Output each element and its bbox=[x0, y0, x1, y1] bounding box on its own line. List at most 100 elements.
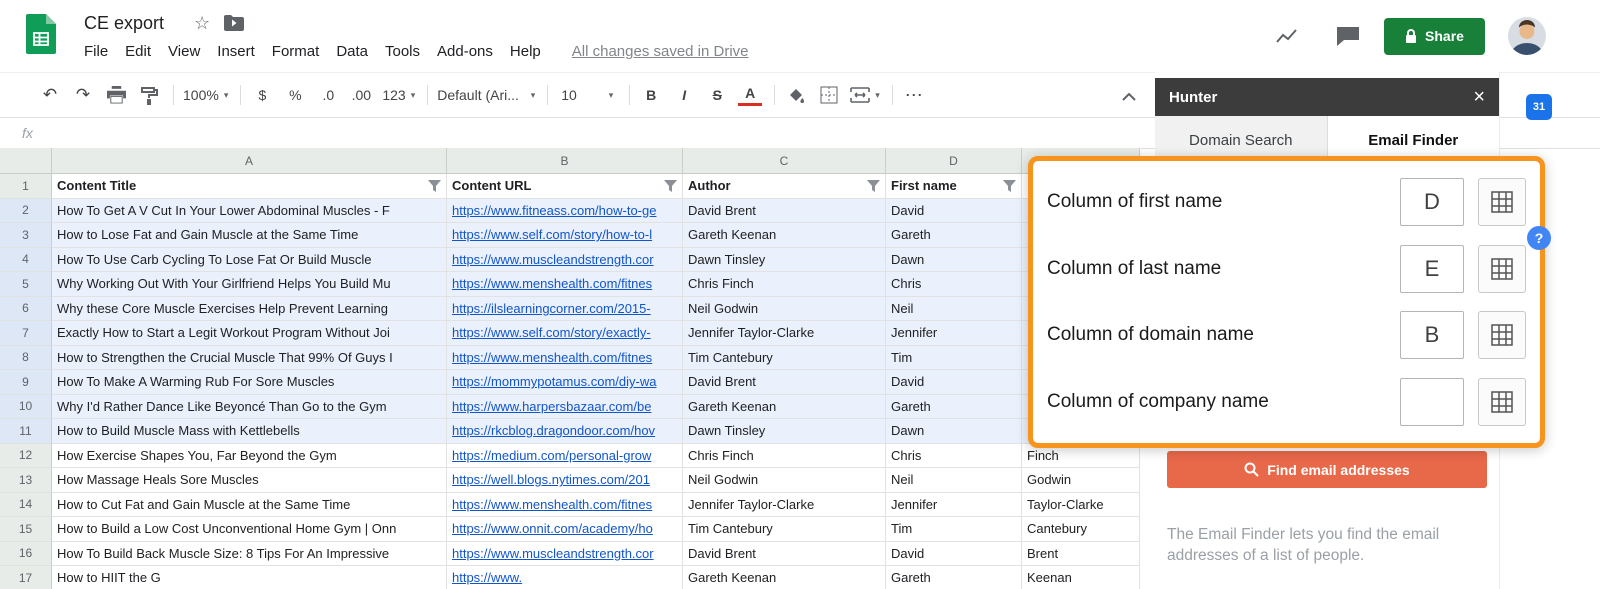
share-button[interactable]: Share bbox=[1384, 17, 1485, 55]
cell-D2[interactable]: David bbox=[886, 198, 1022, 223]
header-cell-C1[interactable]: Author bbox=[683, 174, 886, 199]
cell-A13[interactable]: How Massage Heals Sore Muscles bbox=[52, 468, 447, 493]
menu-file[interactable]: File bbox=[84, 43, 108, 60]
menu-addons[interactable]: Add-ons bbox=[437, 43, 493, 60]
decrease-decimals-button[interactable]: .0 bbox=[316, 82, 340, 108]
cell-B7[interactable]: https://www.self.com/story/exactly- bbox=[447, 321, 683, 346]
cell-D5[interactable]: Chris bbox=[886, 272, 1022, 297]
redo-button[interactable]: ↷ bbox=[71, 82, 95, 108]
header-cell-D1[interactable]: First name bbox=[886, 174, 1022, 199]
bold-button[interactable]: B bbox=[639, 82, 663, 108]
column-input-2[interactable] bbox=[1400, 311, 1464, 360]
cell-D16[interactable]: David bbox=[886, 541, 1022, 566]
row-number[interactable]: 11 bbox=[0, 419, 52, 444]
row-number[interactable]: 16 bbox=[0, 541, 52, 566]
column-input-0[interactable] bbox=[1400, 178, 1464, 226]
activity-chart-button[interactable] bbox=[1274, 28, 1302, 44]
move-folder-icon[interactable] bbox=[224, 15, 245, 31]
row-number[interactable]: 13 bbox=[0, 468, 52, 493]
cell-C9[interactable]: David Brent bbox=[683, 370, 886, 395]
row-number[interactable]: 5 bbox=[0, 272, 52, 297]
cell-C4[interactable]: Dawn Tinsley bbox=[683, 247, 886, 272]
cell-B12[interactable]: https://medium.com/personal-grow bbox=[447, 443, 683, 468]
column-header-B[interactable]: B bbox=[447, 148, 683, 174]
cell-D12[interactable]: Chris bbox=[886, 443, 1022, 468]
star-icon[interactable]: ☆ bbox=[194, 14, 210, 32]
cell-E17[interactable]: Keenan bbox=[1022, 566, 1140, 589]
cell-B13[interactable]: https://well.blogs.nytimes.com/201 bbox=[447, 468, 683, 493]
italic-button[interactable]: I bbox=[672, 82, 696, 108]
cell-D13[interactable]: Neil bbox=[886, 468, 1022, 493]
header-cell-B1[interactable]: Content URL bbox=[447, 174, 683, 199]
hide-menus-button[interactable] bbox=[1122, 88, 1136, 106]
select-range-button[interactable] bbox=[1478, 178, 1526, 226]
filter-icon[interactable] bbox=[664, 179, 677, 192]
cell-C3[interactable]: Gareth Keenan bbox=[683, 223, 886, 248]
undo-button[interactable]: ↶ bbox=[38, 82, 62, 108]
find-email-addresses-button[interactable]: Find email addresses bbox=[1167, 451, 1487, 488]
cell-B11[interactable]: https://rkcblog.dragondoor.com/hov bbox=[447, 419, 683, 444]
cell-A11[interactable]: How to Build Muscle Mass with Kettlebell… bbox=[52, 419, 447, 444]
cell-A10[interactable]: Why I'd Rather Dance Like Beyoncé Than G… bbox=[52, 394, 447, 419]
doc-title[interactable]: CE export bbox=[84, 13, 164, 34]
row-number[interactable]: 12 bbox=[0, 443, 52, 468]
cell-D6[interactable]: Neil bbox=[886, 296, 1022, 321]
avatar[interactable] bbox=[1508, 17, 1546, 55]
cell-A4[interactable]: How To Use Carb Cycling To Lose Fat Or B… bbox=[52, 247, 447, 272]
row-number[interactable]: 2 bbox=[0, 198, 52, 223]
strikethrough-button[interactable]: S bbox=[705, 82, 729, 108]
cell-A14[interactable]: How to Cut Fat and Gain Muscle at the Sa… bbox=[52, 492, 447, 517]
row-number[interactable]: 6 bbox=[0, 296, 52, 321]
column-header-C[interactable]: C bbox=[683, 148, 886, 174]
cell-C15[interactable]: Tim Cantebury bbox=[683, 517, 886, 542]
row-number[interactable]: 8 bbox=[0, 345, 52, 370]
cell-C13[interactable]: Neil Godwin bbox=[683, 468, 886, 493]
cell-C6[interactable]: Neil Godwin bbox=[683, 296, 886, 321]
row-number[interactable]: 7 bbox=[0, 321, 52, 346]
cell-B3[interactable]: https://www.self.com/story/how-to-l bbox=[447, 223, 683, 248]
row-number[interactable]: 10 bbox=[0, 394, 52, 419]
cell-B14[interactable]: https://www.menshealth.com/fitnes bbox=[447, 492, 683, 517]
cell-D9[interactable]: David bbox=[886, 370, 1022, 395]
cell-B5[interactable]: https://www.menshealth.com/fitnes bbox=[447, 272, 683, 297]
cell-E13[interactable]: Godwin bbox=[1022, 468, 1140, 493]
font-size-select[interactable]: 10 ▾ bbox=[557, 82, 617, 108]
more-formats-button[interactable]: 123 ▾ bbox=[382, 82, 415, 108]
row-number[interactable]: 14 bbox=[0, 492, 52, 517]
cell-C14[interactable]: Jennifer Taylor-Clarke bbox=[683, 492, 886, 517]
cell-D17[interactable]: Gareth bbox=[886, 566, 1022, 589]
cell-A12[interactable]: How Exercise Shapes You, Far Beyond the … bbox=[52, 443, 447, 468]
cell-E16[interactable]: Brent bbox=[1022, 541, 1140, 566]
column-header-A[interactable]: A bbox=[52, 148, 447, 174]
help-badge[interactable]: ? bbox=[1527, 226, 1551, 250]
filter-icon[interactable] bbox=[1003, 179, 1016, 192]
increase-decimals-button[interactable]: .00 bbox=[349, 82, 373, 108]
cell-C16[interactable]: David Brent bbox=[683, 541, 886, 566]
column-input-3[interactable] bbox=[1400, 377, 1464, 426]
cell-D7[interactable]: Jennifer bbox=[886, 321, 1022, 346]
column-header-D[interactable]: D bbox=[886, 148, 1022, 174]
comments-button[interactable] bbox=[1334, 26, 1362, 46]
header-cell-A1[interactable]: Content Title bbox=[52, 174, 447, 199]
cell-C12[interactable]: Chris Finch bbox=[683, 443, 886, 468]
menu-insert[interactable]: Insert bbox=[217, 43, 255, 60]
cell-C17[interactable]: Gareth Keenan bbox=[683, 566, 886, 589]
menu-format[interactable]: Format bbox=[272, 43, 320, 60]
zoom-select[interactable]: 100% ▾ bbox=[183, 82, 228, 108]
paint-format-button[interactable] bbox=[137, 82, 161, 108]
fill-color-button[interactable] bbox=[784, 82, 808, 108]
cell-D3[interactable]: Gareth bbox=[886, 223, 1022, 248]
cell-A6[interactable]: Why these Core Muscle Exercises Help Pre… bbox=[52, 296, 447, 321]
cell-D14[interactable]: Jennifer bbox=[886, 492, 1022, 517]
save-status[interactable]: All changes saved in Drive bbox=[572, 43, 749, 60]
cell-D8[interactable]: Tim bbox=[886, 345, 1022, 370]
borders-button[interactable] bbox=[817, 82, 841, 108]
format-currency-button[interactable]: $ bbox=[250, 82, 274, 108]
cell-B6[interactable]: https://ilslearningcorner.com/2015- bbox=[447, 296, 683, 321]
cell-A3[interactable]: How to Lose Fat and Gain Muscle at the S… bbox=[52, 223, 447, 248]
row-number[interactable]: 15 bbox=[0, 517, 52, 542]
cell-D4[interactable]: Dawn bbox=[886, 247, 1022, 272]
menu-view[interactable]: View bbox=[168, 43, 200, 60]
sheets-logo[interactable] bbox=[26, 14, 56, 54]
menu-tools[interactable]: Tools bbox=[385, 43, 420, 60]
